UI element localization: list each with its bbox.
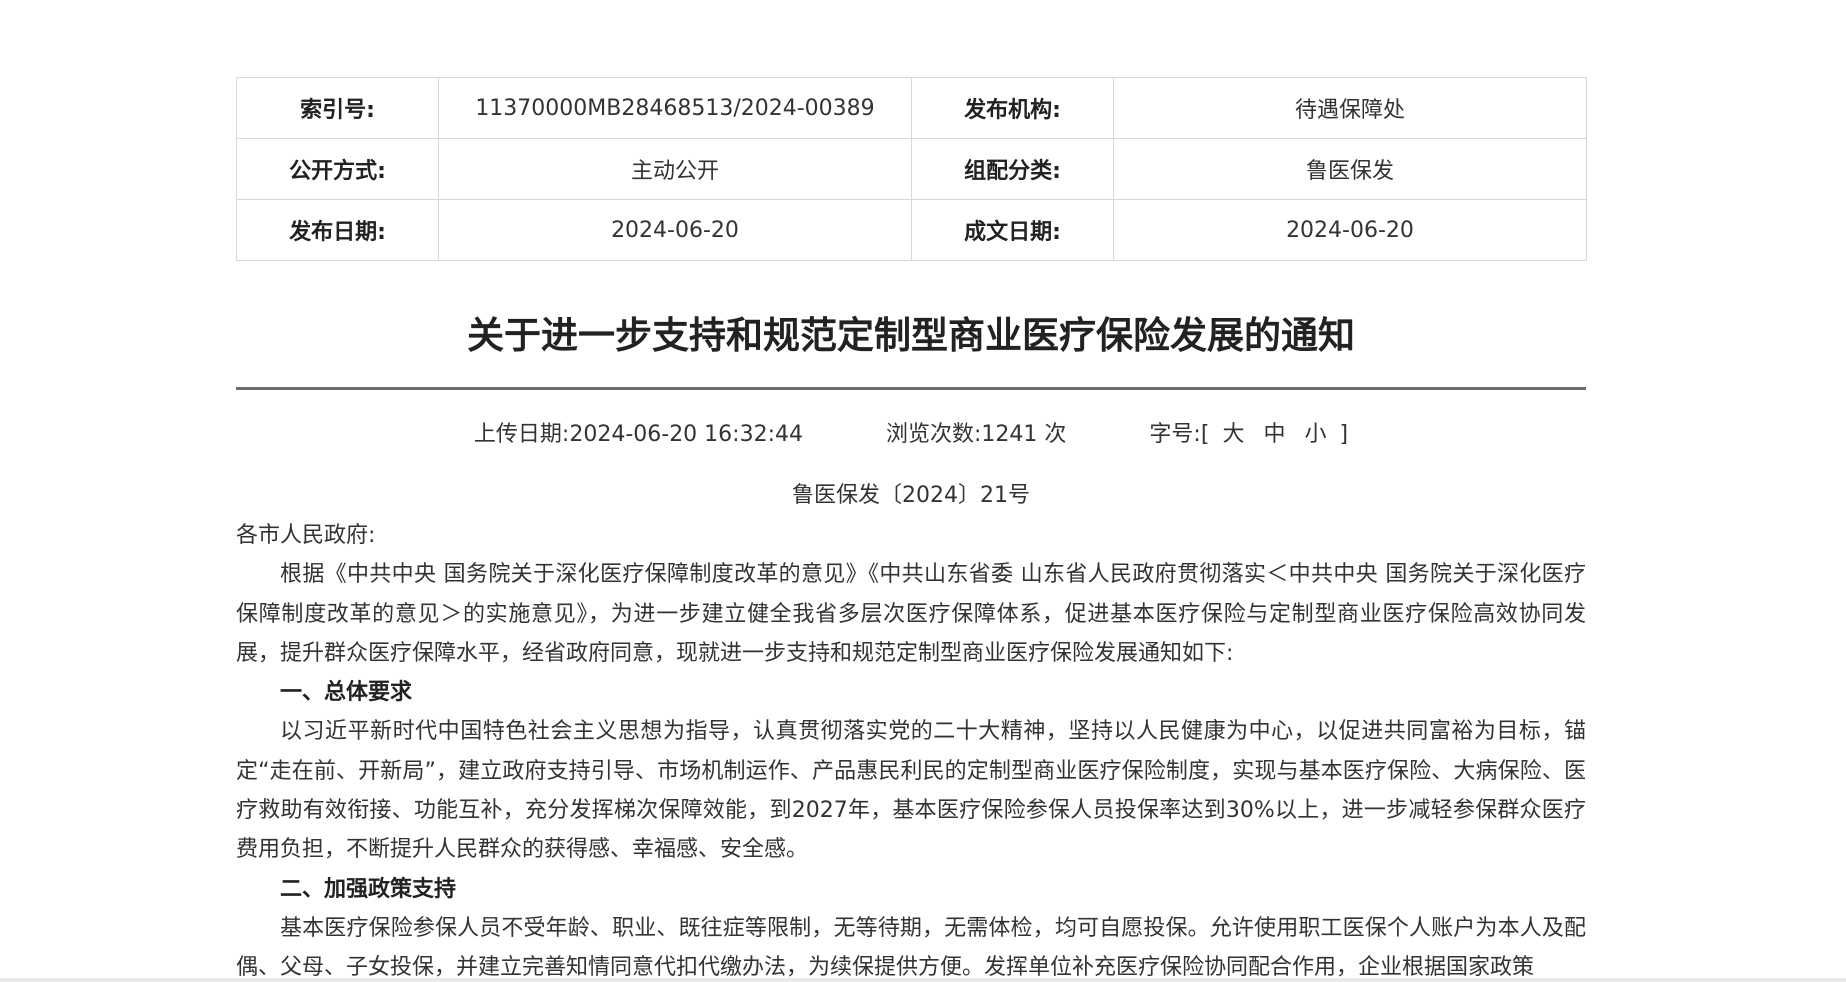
meta-value-written-date: 2024-06-20 [1113,199,1587,261]
meta-value-publish-date: 2024-06-20 [438,199,912,261]
font-size-control: 字号:[ 大 中 小 ] [1149,418,1348,452]
font-size-medium-link[interactable]: 中 [1263,422,1285,447]
upload-date-label: 上传日期: [473,422,570,447]
font-size-large-link[interactable]: 大 [1222,422,1244,447]
page: 索引号: 11370000MB28468513/2024-00389 发布机构:… [0,0,1846,982]
view-count: 浏览次数:1241 次 [886,418,1066,452]
meta-key-written-date: 成文日期: [911,199,1114,261]
font-size-bracket-open: [ [1200,422,1210,447]
paragraph: 根据《中共中央 国务院关于深化医疗保障制度改革的意见》《中共山东省委 山东省人民… [236,562,1586,666]
font-size-label: 字号: [1149,422,1201,447]
metadata-table: 索引号: 11370000MB28468513/2024-00389 发布机构:… [236,77,1587,261]
bottom-scroll-edge [0,978,1846,982]
title-divider [236,387,1586,390]
paragraph: 基本医疗保险参保人员不受年龄、职业、既往症等限制，无等待期，无需体检，均可自愿投… [236,915,1586,981]
article-title: 关于进一步支持和规范定制型商业医疗保险发展的通知 [467,314,1355,357]
article-info-bar: 上传日期:2024-06-20 16:32:44 浏览次数:1241 次 字号:… [236,418,1586,452]
meta-key-disclosure: 公开方式: [236,138,439,200]
article-body: 各市人民政府: 根据《中共中央 国务院关于深化医疗保障制度改革的意见》《中共山东… [236,516,1586,982]
meta-key-publisher: 发布机构: [911,77,1114,139]
paragraph: 以习近平新时代中国特色社会主义思想为指导，认真贯彻落实党的二十大精神，坚持以人民… [236,719,1586,863]
view-count-unit: 次 [1044,422,1067,447]
font-size-bracket-close: ] [1339,422,1349,447]
upload-date: 上传日期:2024-06-20 16:32:44 [474,418,803,452]
section-heading: 二、加强政策支持 [280,876,457,902]
section-heading: 一、总体要求 [280,680,413,706]
meta-value-category: 鲁医保发 [1113,138,1587,200]
table-row: 发布日期: 2024-06-20 成文日期: 2024-06-20 [236,199,1587,261]
meta-key-publish-date: 发布日期: [236,199,439,261]
view-count-label: 浏览次数: [885,422,982,447]
article-container: 索引号: 11370000MB28468513/2024-00389 发布机构:… [236,77,1587,982]
view-count-value: 1241 [981,422,1038,447]
document-number: 鲁医保发〔2024〕21号 [792,483,1030,508]
table-row: 公开方式: 主动公开 组配分类: 鲁医保发 [236,138,1587,200]
font-size-small-link[interactable]: 小 [1304,422,1326,447]
meta-key-category: 组配分类: [911,138,1114,200]
salutation: 各市人民政府: [236,523,376,548]
upload-date-value: 2024-06-20 16:32:44 [569,422,803,447]
table-row: 索引号: 11370000MB28468513/2024-00389 发布机构:… [236,77,1587,139]
meta-key-index: 索引号: [236,77,439,139]
meta-value-publisher: 待遇保障处 [1113,77,1587,139]
meta-value-index: 11370000MB28468513/2024-00389 [438,77,912,139]
meta-value-disclosure: 主动公开 [438,138,912,200]
